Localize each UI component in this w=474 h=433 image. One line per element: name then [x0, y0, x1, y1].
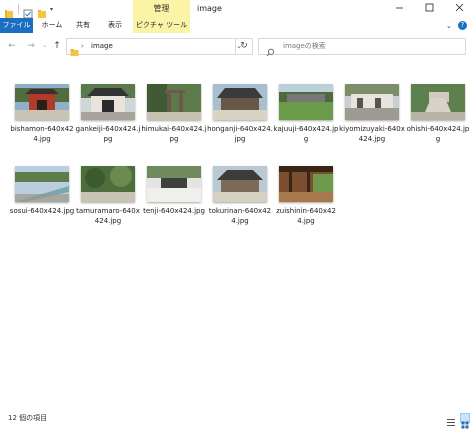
- context-group-label: 管理: [153, 4, 170, 13]
- file-name: tokurinan-640x424.jpg: [208, 207, 272, 225]
- details-view-icon[interactable]: [446, 413, 456, 426]
- ribbon-tabs: ファイル ホーム 共有 表示 ピクチャ ツール ⌄ ?: [0, 18, 474, 34]
- file-name: himukai-640x424.jpg: [141, 125, 207, 143]
- new-folder-icon[interactable]: [37, 4, 47, 18]
- back-button[interactable]: ←: [6, 40, 18, 52]
- file-name: ohishi-640x424.jpg: [406, 125, 470, 143]
- file-name: bishamon-640x424.jpg: [10, 125, 74, 143]
- properties-icon[interactable]: [23, 4, 33, 19]
- close-button[interactable]: [444, 0, 474, 18]
- thumbnail-image: [345, 84, 399, 120]
- file-name: sosui-640x424.jpg: [9, 207, 75, 215]
- maximize-icon: [425, 3, 434, 15]
- thumbnail-image: [15, 166, 69, 202]
- title-bar: ▾ 管理 image: [0, 0, 474, 19]
- window-title: image: [197, 4, 222, 13]
- search-placeholder: imageの検索: [283, 42, 326, 50]
- forward-button[interactable]: →: [25, 40, 37, 52]
- tab-share[interactable]: 共有: [72, 18, 94, 33]
- file-name: zuishinin-640x424.jpg: [276, 207, 336, 225]
- file-name: kajuuji-640x424.jpg: [273, 125, 339, 143]
- large-icons-view-icon[interactable]: [460, 413, 470, 429]
- thumbnail-image: [15, 84, 69, 120]
- breadcrumb-separator: ›: [81, 42, 84, 50]
- thumbnail-image: [147, 166, 201, 202]
- folder-icon: [70, 42, 79, 56]
- thumbnail-image: [81, 166, 135, 202]
- thumbnail-image: [279, 84, 333, 120]
- file-name: tenji-640x424.jpg: [143, 207, 205, 215]
- file-list: bishamon-640x424.jpg gankeiji-640x424.jp…: [0, 60, 474, 410]
- navigation-bar: ← → ⌄ ↑ › image ⌄ ↻ imageの検索: [0, 33, 474, 60]
- tab-view[interactable]: 表示: [103, 18, 127, 33]
- thumbnail-image: [147, 84, 201, 120]
- refresh-button[interactable]: ↻: [235, 39, 252, 54]
- file-name: tamuramaro-640x424.jpg: [76, 207, 140, 225]
- recent-locations-button[interactable]: ⌄: [39, 40, 51, 52]
- picture-tools-context-header: 管理: [133, 0, 190, 18]
- chevron-down-icon: ⌄: [42, 42, 48, 49]
- thumbnail-image: [213, 84, 267, 120]
- forward-arrow-icon: →: [27, 41, 35, 51]
- tab-picture-tools[interactable]: ピクチャ ツール: [133, 18, 190, 33]
- breadcrumb-current[interactable]: image: [91, 39, 113, 54]
- thumbnail-image: [81, 84, 135, 120]
- minimize-button[interactable]: [384, 0, 414, 18]
- maximize-button[interactable]: [414, 0, 444, 18]
- up-button[interactable]: ↑: [51, 40, 63, 52]
- tab-home[interactable]: ホーム: [38, 18, 66, 33]
- close-icon: [455, 3, 464, 15]
- quick-access-toolbar: ▾: [4, 3, 53, 19]
- thumbnail-image: [279, 166, 333, 202]
- ribbon-controls: ⌄ ?: [446, 20, 467, 31]
- up-arrow-icon: ↑: [53, 41, 61, 51]
- minimize-icon: [395, 3, 404, 15]
- address-field[interactable]: › image ⌄: [66, 38, 253, 56]
- file-name: kiyomizuyaki-640x424.jpg: [339, 125, 405, 143]
- thumbnail-image: [213, 166, 267, 202]
- thumbnail-image: [411, 84, 465, 120]
- file-name: honganji-640x424.jpg: [207, 125, 273, 143]
- item-count: 12 個の項目: [8, 414, 48, 422]
- status-bar: 12 個の項目: [0, 410, 474, 429]
- help-icon[interactable]: ?: [457, 21, 467, 30]
- folder-icon[interactable]: [4, 4, 14, 18]
- back-arrow-icon: ←: [8, 41, 16, 51]
- customize-toolbar-chevron-icon[interactable]: ▾: [50, 6, 53, 13]
- refresh-icon: ↻: [240, 41, 248, 51]
- tab-file[interactable]: ファイル: [0, 18, 33, 33]
- search-input[interactable]: imageの検索: [258, 38, 466, 57]
- search-icon: [266, 42, 275, 57]
- file-name: gankeiji-640x424.jpg: [75, 125, 141, 143]
- chevron-down-icon[interactable]: ⌄: [446, 22, 452, 30]
